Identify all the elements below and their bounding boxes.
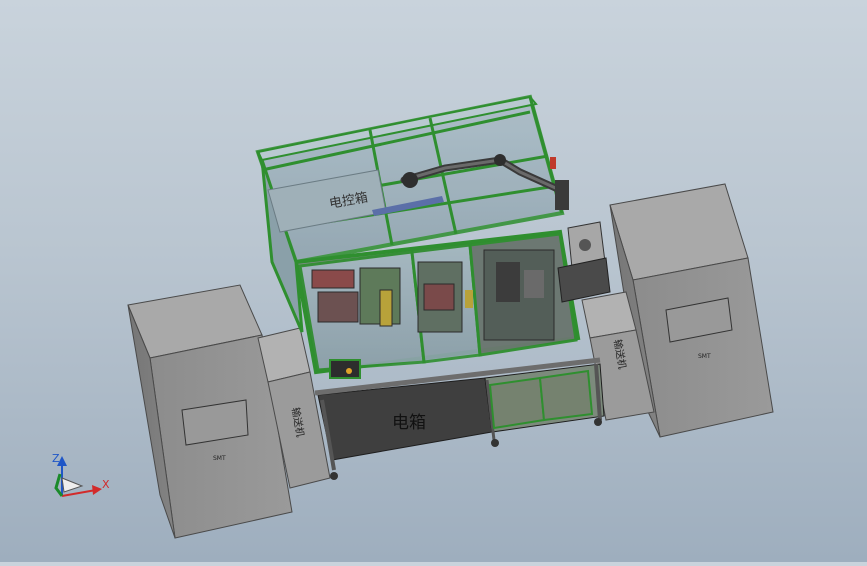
cad-model-canvas[interactable]: SMT 输送机 SMT 输送机 电箱 电控箱 Z X — [0, 0, 867, 562]
z-axis-label: Z — [52, 452, 60, 465]
electrical-box-label: 电箱 — [392, 413, 426, 433]
x-axis-arrow — [92, 485, 102, 495]
view-orientation-triad: Z X — [52, 452, 110, 497]
x-axis-label: X — [102, 478, 110, 491]
3d-viewport[interactable]: SMT 输送机 SMT 输送机 电箱 电控箱 Z X — [0, 0, 867, 562]
tower-light — [550, 157, 556, 169]
right-smt-label: SMT — [698, 353, 711, 360]
left-smt-machine[interactable]: SMT — [127, 284, 293, 539]
left-smt-label: SMT — [213, 455, 226, 462]
triad-plane — [61, 477, 84, 493]
control-button-panel — [329, 359, 361, 379]
